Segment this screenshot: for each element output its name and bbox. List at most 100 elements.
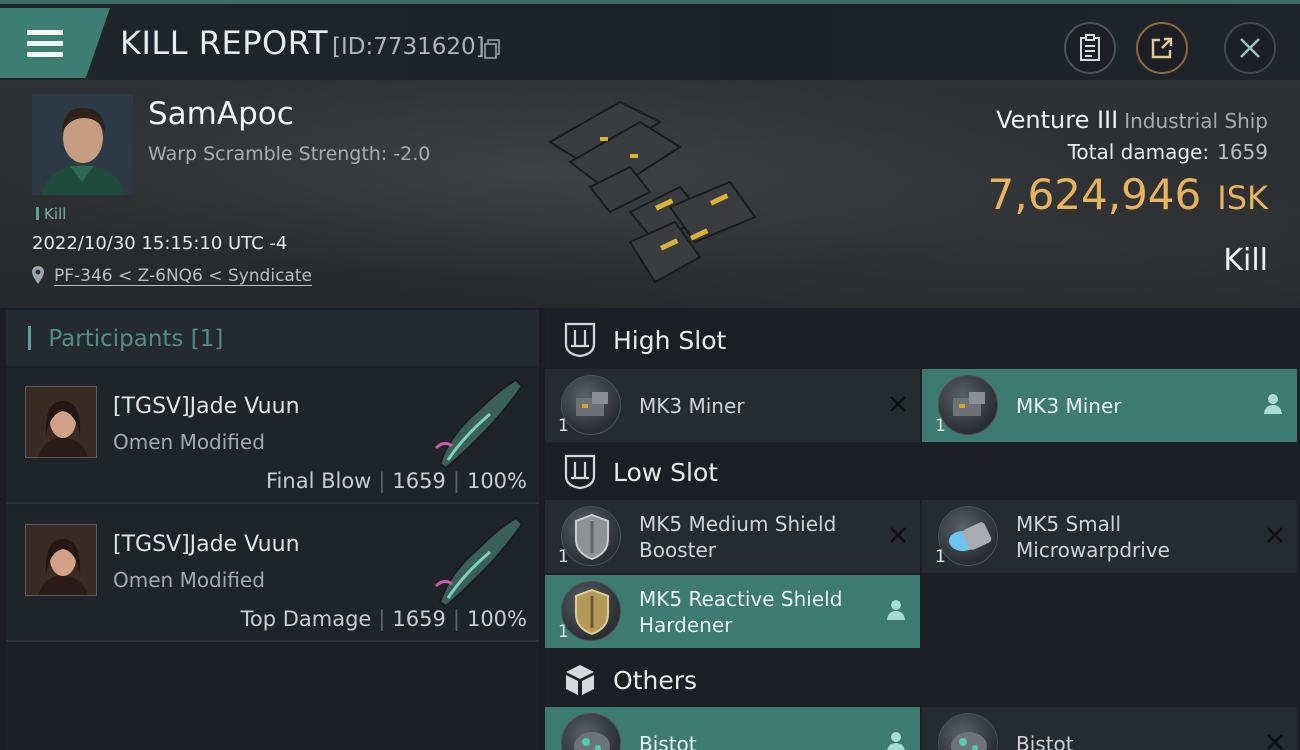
participant-row[interactable]: [TGSV]Jade Vuun Omen Modified Top Damage… bbox=[6, 506, 539, 642]
miner-module-icon bbox=[561, 375, 621, 435]
participants-title: Participants [1] bbox=[28, 326, 223, 352]
participant-ship: Omen Modified bbox=[113, 568, 265, 592]
victim-ship-image[interactable] bbox=[530, 92, 770, 292]
item-name: MK5 Small Microwarpdrive bbox=[1016, 511, 1170, 563]
report-id: [ID:7731620] bbox=[332, 34, 485, 60]
slot-item[interactable]: Bistot bbox=[922, 707, 1297, 750]
warp-scramble-strength: Warp Scramble Strength: -2.0 bbox=[148, 143, 431, 165]
menu-icon-bar bbox=[27, 41, 63, 46]
total-damage-value: 1659 bbox=[1217, 140, 1268, 164]
item-quantity: 1 bbox=[935, 416, 946, 436]
low-slot-title: Low Slot bbox=[613, 458, 719, 487]
participant-ship-image[interactable] bbox=[430, 374, 530, 470]
participant-stats: Top Damage | 1659 | 100% bbox=[240, 607, 527, 631]
item-quantity: 1 bbox=[935, 547, 946, 567]
victim-ship-name[interactable]: Venture III Industrial Ship bbox=[996, 106, 1268, 134]
close-button[interactable] bbox=[1224, 22, 1276, 74]
item-name: Bistot bbox=[1016, 732, 1074, 750]
location-pin-icon bbox=[32, 266, 44, 284]
slot-item[interactable]: Bistot bbox=[545, 707, 920, 750]
participant-stats: Final Blow | 1659 | 100% bbox=[266, 469, 527, 493]
total-damage: Total damage: 1659 bbox=[1068, 140, 1268, 164]
item-quantity: 1 bbox=[558, 416, 569, 436]
item-name-line: Hardener bbox=[639, 613, 733, 637]
item-quantity: 1 bbox=[558, 547, 569, 567]
kill-tag: Kill bbox=[36, 205, 66, 223]
slot-item[interactable]: 1 MK5 Reactive Shield Hardener bbox=[545, 575, 920, 648]
share-button[interactable] bbox=[1136, 22, 1188, 74]
fitting-panel: High Slot 1 MK3 Miner 1 MK3 Miner Low Sl… bbox=[545, 308, 1300, 750]
slot-item[interactable]: 1 MK3 Miner bbox=[922, 369, 1297, 442]
shield-hardener-icon bbox=[561, 581, 621, 641]
slot-item[interactable]: 1 MK5 Small Microwarpdrive bbox=[922, 500, 1297, 573]
slot-item[interactable]: 1 MK3 Miner bbox=[545, 369, 920, 442]
participant-percent: 100% bbox=[466, 469, 527, 493]
destroyed-icon bbox=[1267, 527, 1283, 543]
destroyed-icon bbox=[890, 527, 906, 543]
low-slot-icon bbox=[564, 454, 596, 490]
participants-header: Participants [1] bbox=[6, 310, 539, 366]
participants-count: [1] bbox=[190, 326, 224, 352]
miner-module-icon bbox=[938, 375, 998, 435]
victim-avatar bbox=[32, 94, 133, 195]
item-name-line: Microwarpdrive bbox=[1016, 538, 1170, 562]
item-name: MK5 Reactive Shield Hardener bbox=[639, 586, 842, 638]
participant-avatar[interactable] bbox=[25, 524, 97, 596]
item-name: MK3 Miner bbox=[639, 394, 745, 418]
isk-amount: 7,624,946 bbox=[987, 170, 1202, 219]
clipboard-button[interactable] bbox=[1064, 22, 1116, 74]
ore-icon bbox=[938, 713, 998, 750]
low-slot-header: Low Slot bbox=[545, 442, 1300, 500]
total-damage-label: Total damage: bbox=[1067, 140, 1210, 164]
copy-icon[interactable] bbox=[484, 39, 500, 59]
others-header: Others bbox=[545, 650, 1300, 708]
share-icon bbox=[1151, 37, 1173, 59]
participants-title-text: Participants bbox=[48, 326, 184, 352]
clipboard-icon bbox=[1080, 34, 1100, 61]
participant-role: Top Damage bbox=[240, 607, 372, 631]
shield-booster-icon bbox=[561, 506, 621, 566]
participants-panel: Participants [1] [TGSV]Jade Vuun Omen Mo… bbox=[6, 308, 539, 750]
close-icon bbox=[1240, 38, 1260, 58]
victim-name[interactable]: SamApoc bbox=[148, 96, 294, 132]
item-name-line: MK5 Medium Shield bbox=[639, 512, 837, 536]
microwarpdrive-icon bbox=[938, 506, 998, 566]
dropped-user-icon bbox=[887, 600, 905, 620]
participant-row[interactable]: [TGSV]Jade Vuun Omen Modified Final Blow… bbox=[6, 368, 539, 504]
menu-button[interactable] bbox=[0, 8, 110, 78]
dropped-user-icon bbox=[887, 732, 905, 750]
cargo-box-icon bbox=[566, 665, 594, 695]
isk-value: 7,624,946 ISK bbox=[988, 170, 1269, 219]
victim-portrait[interactable] bbox=[32, 94, 133, 195]
participant-portrait bbox=[26, 525, 96, 595]
result-label: Kill bbox=[1223, 243, 1268, 278]
participant-ship-image[interactable] bbox=[430, 512, 530, 608]
participant-name[interactable]: [TGSV]Jade Vuun bbox=[113, 532, 300, 557]
participant-portrait bbox=[26, 387, 96, 457]
high-slot-icon bbox=[564, 322, 596, 358]
destroyed-icon bbox=[890, 396, 906, 412]
kill-location-link[interactable]: PF-346 < Z-6NQ6 < Syndicate bbox=[54, 266, 312, 286]
participant-percent: 100% bbox=[466, 607, 527, 631]
high-slot-header: High Slot bbox=[545, 310, 1300, 368]
isk-unit: ISK bbox=[1217, 179, 1268, 217]
participant-avatar[interactable] bbox=[25, 386, 97, 458]
dropped-user-icon bbox=[1264, 394, 1282, 414]
slot-item[interactable]: 1 MK5 Medium Shield Booster bbox=[545, 500, 920, 573]
kill-datetime: 2022/10/30 15:15:10 UTC -4 bbox=[32, 233, 288, 254]
top-bar: KILL REPORT [ID:7731620] bbox=[0, 0, 1300, 80]
ship-class: Industrial Ship bbox=[1124, 109, 1268, 133]
participant-name[interactable]: [TGSV]Jade Vuun bbox=[113, 394, 300, 419]
page-title: KILL REPORT bbox=[120, 24, 329, 62]
participant-role: Final Blow bbox=[266, 469, 372, 493]
menu-icon bbox=[27, 30, 63, 35]
ship-name-text: Venture III bbox=[996, 106, 1119, 134]
participant-damage: 1659 bbox=[392, 607, 446, 631]
others-title: Others bbox=[613, 666, 698, 695]
high-slot-title: High Slot bbox=[613, 326, 727, 355]
item-name-line: Booster bbox=[639, 538, 716, 562]
item-name: MK3 Miner bbox=[1016, 394, 1122, 418]
destroyed-icon bbox=[1267, 734, 1283, 750]
menu-icon-bar bbox=[27, 52, 63, 57]
participant-ship: Omen Modified bbox=[113, 430, 265, 454]
